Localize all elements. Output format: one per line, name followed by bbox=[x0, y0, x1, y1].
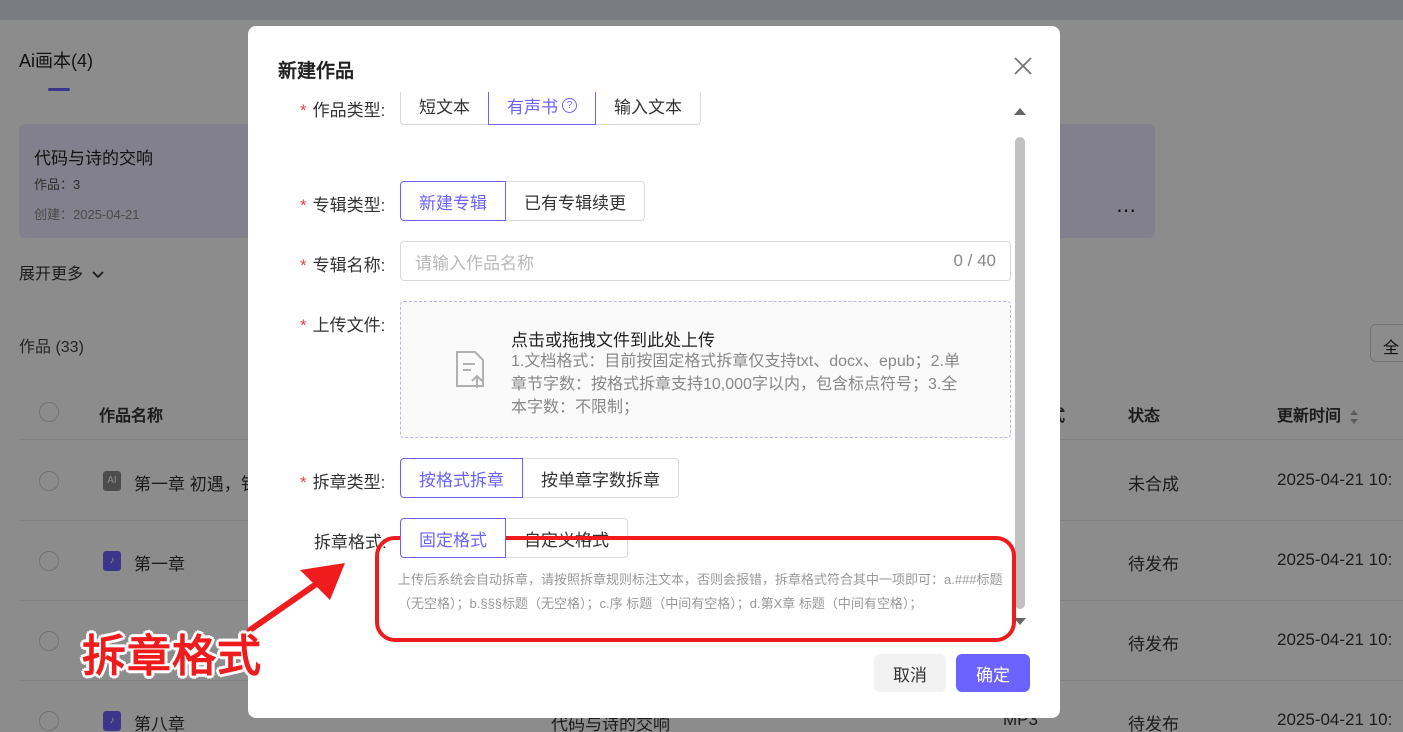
annotation-label: 拆章格式 bbox=[82, 632, 262, 681]
split-type-option-by-format[interactable]: 按格式拆章 bbox=[400, 458, 523, 498]
work-type-option-audiobook[interactable]: 有声书? bbox=[488, 92, 596, 125]
help-icon[interactable]: ? bbox=[562, 97, 577, 113]
split-format-option-fixed[interactable]: 固定格式 bbox=[400, 518, 506, 558]
album-type-option-new[interactable]: 新建专辑 bbox=[400, 181, 506, 221]
